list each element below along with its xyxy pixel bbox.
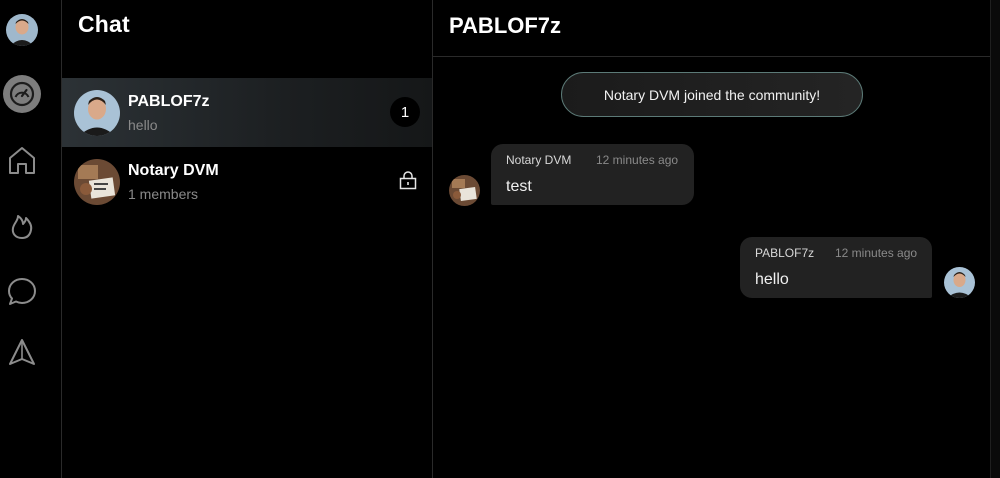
avatar: [74, 159, 120, 205]
dashboard-gauge-icon: [9, 81, 35, 107]
message-text: hello: [755, 271, 789, 288]
unread-badge: 1: [390, 97, 420, 127]
conversation-title: PABLOF7z: [449, 13, 562, 38]
member-count: 1 members: [128, 186, 199, 202]
last-message-preview: hello: [128, 117, 158, 133]
chat-list-item-pablof7z[interactable]: PABLOF7z hello 1: [62, 78, 432, 147]
conversation-header: PABLOF7z: [433, 0, 990, 57]
message-author: Notary DVM: [506, 153, 572, 167]
conversation-panel: PABLOF7z Notary DVM joined the community…: [433, 0, 990, 478]
chat-app: Chat PABLOF7z hello 1 Notary DVM 1 membe…: [0, 0, 1000, 478]
chat-list-title: Chat: [78, 11, 130, 37]
message-timestamp: 12 minutes ago: [835, 246, 918, 260]
lock-icon: [399, 171, 417, 190]
chat-bubble-icon: [8, 278, 36, 305]
chat-list-item-notary-dvm[interactable]: Notary DVM 1 members: [62, 147, 432, 216]
home-icon: [9, 147, 35, 174]
send-icon: [9, 339, 35, 365]
message-text: test: [506, 178, 532, 195]
chat-name: Notary DVM: [128, 162, 219, 179]
user-avatar[interactable]: [6, 14, 38, 46]
message-timestamp: 12 minutes ago: [596, 153, 679, 167]
message-bubble-outgoing[interactable]: PABLOF7z 12 minutes ago hello: [740, 237, 932, 298]
message-avatar[interactable]: [944, 267, 975, 298]
message-bubble-incoming[interactable]: Notary DVM 12 minutes ago test: [491, 144, 694, 205]
chat-list: Chat PABLOF7z hello 1 Notary DVM 1 membe…: [62, 0, 433, 478]
trending-button[interactable]: [3, 206, 41, 244]
message-author: PABLOF7z: [755, 246, 815, 260]
avatar: [74, 90, 120, 136]
home-button[interactable]: [3, 141, 41, 179]
flame-icon: [11, 215, 33, 239]
dashboard-button[interactable]: [3, 75, 41, 113]
message-avatar[interactable]: [449, 175, 480, 206]
messages-button[interactable]: [3, 272, 41, 310]
system-message: Notary DVM joined the community!: [561, 72, 863, 117]
chat-name: PABLOF7z: [128, 93, 210, 110]
notifications-button[interactable]: [3, 333, 41, 371]
scrollbar[interactable]: [990, 0, 1000, 478]
nav-rail: [0, 0, 62, 478]
